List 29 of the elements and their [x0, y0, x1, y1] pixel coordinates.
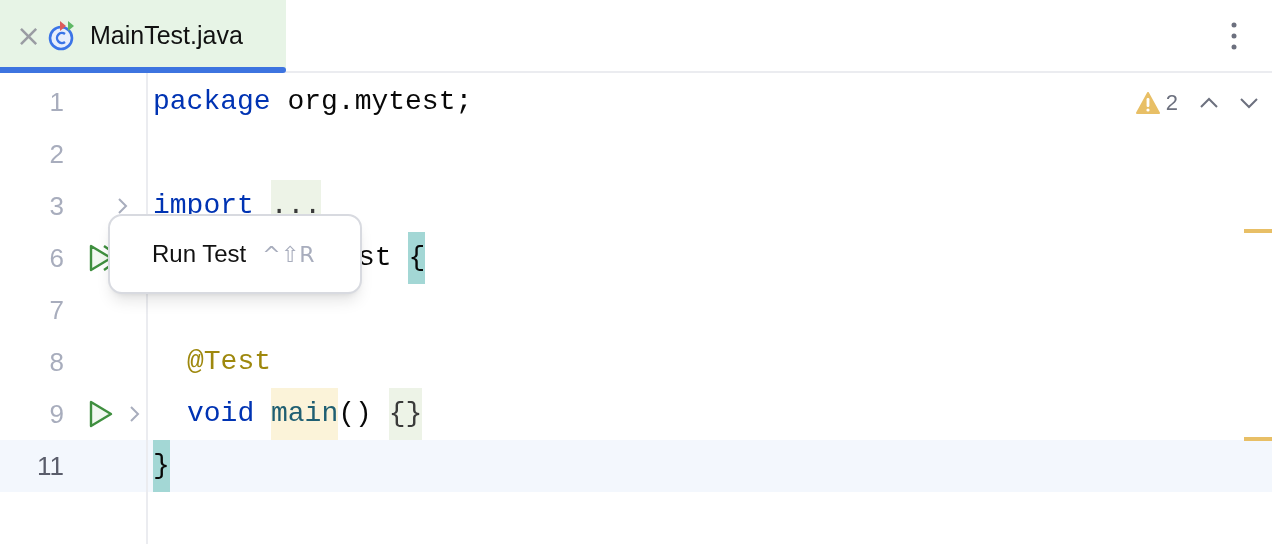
line-number: 1 [48, 85, 64, 119]
code-token: import [153, 189, 255, 223]
code-token: org.mytest; [287, 85, 473, 119]
warning-marker[interactable] [1244, 437, 1272, 441]
editor-tab[interactable]: × MainTest.java [0, 0, 286, 71]
fold-icon[interactable] [128, 404, 140, 424]
fold-icon[interactable] [116, 196, 128, 216]
code-token: st [358, 241, 393, 275]
line-number: 6 [48, 241, 64, 275]
warning-marker[interactable] [1244, 229, 1272, 233]
line-number: 7 [48, 293, 64, 327]
line-number: 11 [36, 449, 64, 483]
code-token: () [338, 397, 373, 431]
line-number: 3 [48, 189, 64, 223]
tab-title: MainTest.java [90, 19, 243, 51]
line-number: 8 [48, 345, 64, 379]
tooltip-label: Run Test [152, 239, 247, 269]
line-number: 2 [48, 137, 64, 171]
code-token: { [408, 232, 426, 284]
code-token: main [271, 388, 339, 440]
line-number: 9 [48, 397, 64, 431]
warning-count: 2 [1165, 89, 1178, 117]
code-token: @Test [187, 345, 271, 379]
shortcut-hint: ^⇧R [262, 240, 315, 269]
code-token: package [153, 85, 272, 119]
code-token: } [153, 440, 170, 492]
code-token: void [187, 397, 256, 431]
code-token: {} [388, 388, 423, 440]
more-options-icon[interactable] [1230, 20, 1238, 51]
